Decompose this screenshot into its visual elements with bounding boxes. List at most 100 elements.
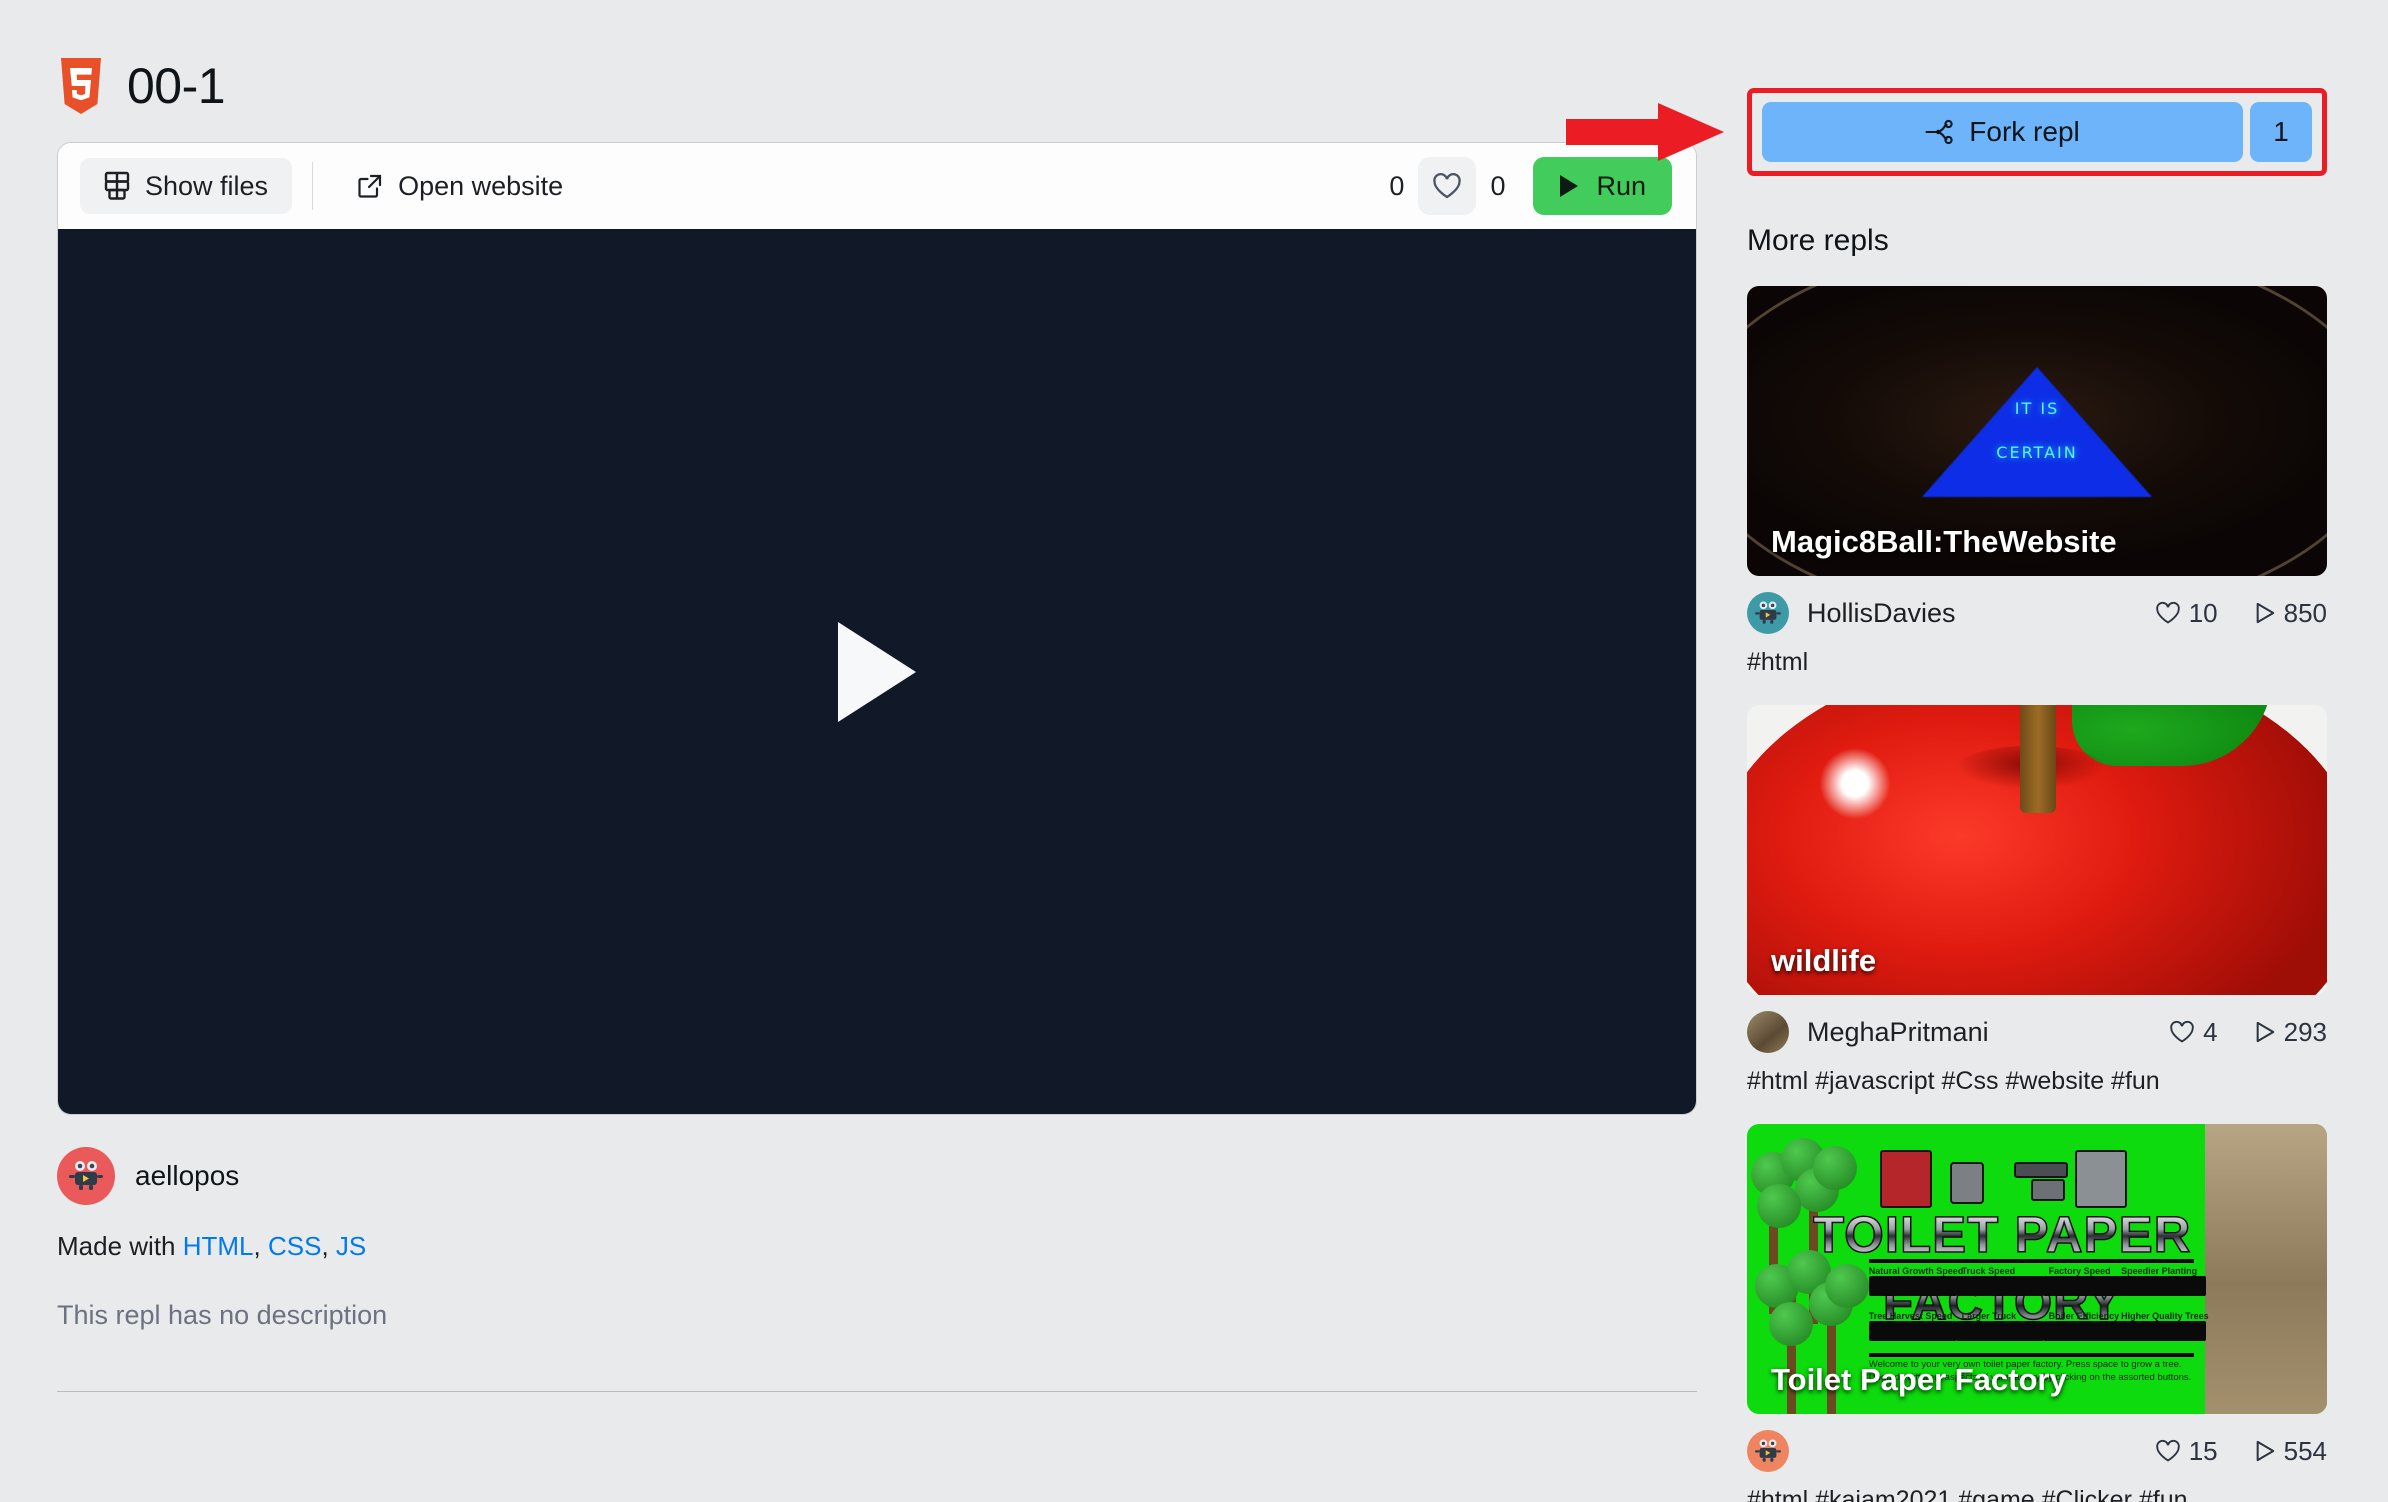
external-link-icon: [357, 173, 383, 199]
files-stack-icon: [104, 171, 130, 201]
card-footer: MeghaPritmani 4 293: [1747, 1011, 2327, 1053]
card-author[interactable]: MeghaPritmani: [1807, 1017, 2151, 1048]
upgrade-label: Speedier Planting: [2121, 1266, 2198, 1277]
upgrade-label: Natural Growth Speed: [1868, 1266, 1964, 1277]
run-button[interactable]: Run: [1533, 157, 1672, 215]
machine-cutter: [2074, 1150, 2127, 1209]
preview-toolbar: Show files Open website 0 0 Run: [58, 143, 1696, 229]
author-name: aellopos: [135, 1160, 240, 1191]
repl-thumbnail-title: wildlife: [1771, 943, 1877, 978]
upgrade-label: Truck Speed: [1961, 1266, 2016, 1277]
apple-stem: [2019, 705, 2056, 814]
card-likes-value: 15: [2188, 1435, 2218, 1466]
toolbar-divider: [312, 162, 314, 210]
open-website-button[interactable]: Open website: [333, 158, 587, 214]
run-label: Run: [1596, 170, 1646, 201]
avatar: [1747, 1011, 1789, 1053]
repl-description: This repl has no description: [57, 1300, 388, 1330]
fork-count-badge[interactable]: 1: [2250, 102, 2312, 162]
page-title: 00-1: [127, 58, 226, 114]
like-button[interactable]: [1418, 157, 1477, 215]
machine-boiler: [1950, 1161, 1984, 1204]
card-footer: HollisDavies 10 850: [1747, 592, 2327, 634]
avatar: [57, 1147, 115, 1205]
card-footer: 15 554: [1747, 1430, 2327, 1472]
repl-page: 00-1 Show files Open website 0 0 Run ael…: [0, 0, 2388, 1502]
play-icon: [2254, 1020, 2276, 1044]
open-website-label: Open website: [398, 170, 564, 201]
tpf-title: TOILET PAPER: [1788, 1208, 2217, 1261]
play-icon[interactable]: [838, 621, 916, 722]
magic8-answer-line2: CERTAIN: [1996, 442, 2078, 462]
card-runs-value: 554: [2283, 1435, 2327, 1466]
fork-repl-icon: [1925, 118, 1953, 146]
machine-press: [1880, 1150, 1933, 1209]
heart-icon: [1432, 172, 1462, 200]
card-runs: 554: [2254, 1436, 2327, 1467]
comma-2: ,: [321, 1231, 336, 1261]
repl-thumbnail-title: Magic8Ball:TheWebsite: [1771, 524, 2117, 559]
fork-repl-button[interactable]: Fork repl: [1762, 102, 2243, 162]
red-arrow-icon: [1566, 101, 1726, 163]
html5-icon: [57, 58, 105, 114]
lang-link-js[interactable]: JS: [336, 1231, 366, 1261]
lang-link-css[interactable]: CSS: [268, 1231, 321, 1261]
repl-thumbnail[interactable]: TOILET PAPER FACTORY Natural Growth Spee…: [1747, 1124, 2327, 1414]
list-item[interactable]: IT IS CERTAIN Magic8Ball:TheWebsite Holl…: [1747, 286, 2327, 677]
repl-meta: aellopos Made with HTML, CSS, JS This re…: [57, 1147, 1697, 1392]
upgrade-label: Higher Quality Trees: [2121, 1311, 2209, 1322]
page-title-row: 00-1: [57, 0, 1697, 114]
more-repls-heading: More repls: [1747, 224, 1889, 257]
fork-repl-highlight: Fork repl 1: [1566, 88, 2327, 176]
dirt-strip: [2205, 1124, 2327, 1414]
card-author[interactable]: HollisDavies: [1807, 598, 2137, 629]
upgrade-label: Boiler Efficiency: [2048, 1311, 2120, 1322]
heart-icon: [2155, 1439, 2181, 1463]
list-item[interactable]: wildlife MeghaPritmani 4 293 #html #java…: [1747, 705, 2327, 1096]
sidebar: Fork repl 1 More repls IT IS CERTAIN Mag…: [1566, 0, 2327, 1502]
magic8-triangle: [1922, 367, 2152, 498]
repl-thumbnail[interactable]: wildlife: [1747, 705, 2327, 995]
made-with-label: Made with: [57, 1231, 183, 1261]
like-count: 0: [1490, 170, 1506, 201]
heart-icon: [2155, 601, 2181, 625]
card-runs-value: 850: [2283, 597, 2327, 628]
heart-icon: [2169, 1020, 2195, 1044]
card-tags[interactable]: #html #javascript #Css #website #fun: [1747, 1067, 2327, 1096]
avatar: [1747, 592, 1789, 634]
preview-video-area[interactable]: [58, 229, 1696, 1114]
show-files-label: Show files: [145, 170, 269, 201]
card-runs: 850: [2254, 598, 2327, 629]
show-files-button[interactable]: Show files: [80, 158, 293, 214]
machine-roller: [2013, 1161, 2068, 1178]
list-item[interactable]: TOILET PAPER FACTORY Natural Growth Spee…: [1747, 1124, 2327, 1502]
upgrade-label: Larger Truck: [1961, 1311, 2017, 1322]
lang-link-html[interactable]: HTML: [183, 1231, 254, 1261]
avatar: [1747, 1430, 1789, 1472]
comma-1: ,: [253, 1231, 268, 1261]
card-likes: 4: [2169, 1016, 2218, 1048]
author-row[interactable]: aellopos: [57, 1147, 1697, 1205]
repl-thumbnail-title: Toilet Paper Factory: [1771, 1362, 2067, 1397]
card-tags[interactable]: #html: [1747, 648, 2327, 677]
card-likes-value: 10: [2188, 597, 2218, 628]
fork-count-value: 1: [2273, 116, 2289, 147]
play-icon: [2254, 1439, 2276, 1463]
repl-thumbnail[interactable]: IT IS CERTAIN Magic8Ball:TheWebsite: [1747, 286, 2327, 576]
fork-repl-label: Fork repl: [1969, 116, 2080, 147]
card-likes: 10: [2155, 598, 2218, 629]
upgrade-label: Factory Speed: [2048, 1266, 2111, 1277]
repl-preview-card: Show files Open website 0 0 Run: [57, 142, 1697, 1115]
play-icon: [2254, 601, 2276, 625]
machine-roller-base: [2031, 1179, 2066, 1202]
main-column: 00-1 Show files Open website 0 0 Run ael…: [57, 0, 1697, 1392]
section-divider: [57, 1391, 1697, 1392]
card-likes-value: 4: [2203, 1016, 2218, 1047]
card-likes: 15: [2155, 1436, 2218, 1467]
upgrade-label: Tree Harvest Speed: [1868, 1311, 1953, 1322]
card-runs-value: 293: [2283, 1016, 2327, 1047]
play-icon: [1557, 173, 1581, 199]
card-tags[interactable]: #html #kajam2021 #game #Clicker #fun: [1747, 1486, 2327, 1502]
card-runs: 293: [2254, 1017, 2327, 1048]
magic8-answer-line1: IT IS: [2014, 399, 2060, 419]
